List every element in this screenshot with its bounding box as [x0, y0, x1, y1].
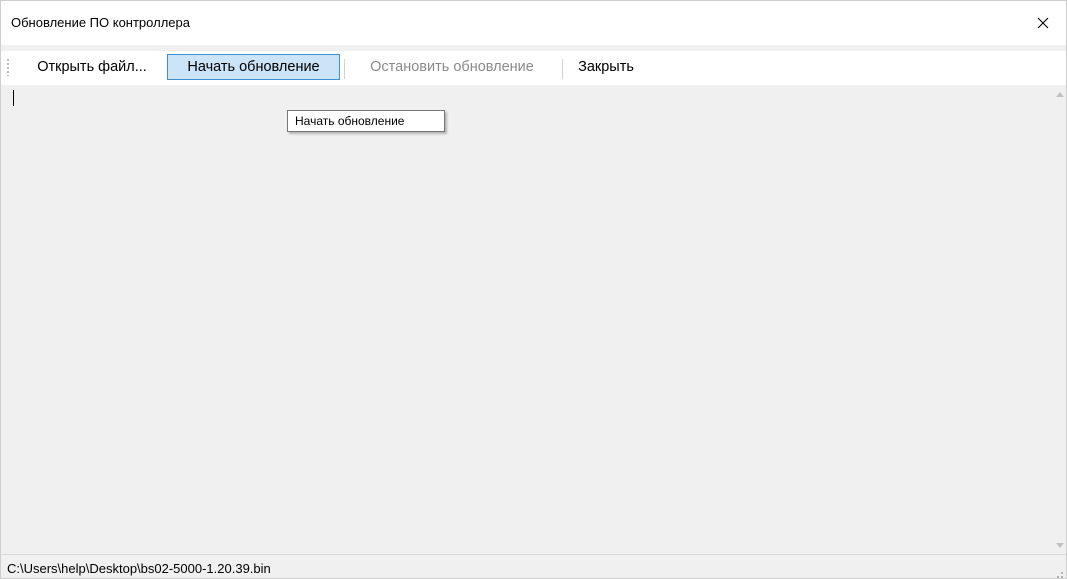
stop-update-button[interactable]: Остановить обновление [348, 54, 556, 80]
scroll-up-button[interactable] [1052, 85, 1066, 102]
close-button[interactable]: Закрыть [566, 54, 646, 80]
firmware-update-window: Обновление ПО контроллера Открыть файл..… [0, 0, 1067, 579]
title-bar[interactable]: Обновление ПО контроллера [1, 1, 1066, 45]
start-update-label: Начать обновление [187, 59, 320, 75]
stop-update-label: Остановить обновление [370, 59, 534, 75]
scroll-down-arrow-icon [1056, 542, 1064, 548]
log-textarea[interactable] [9, 85, 1052, 554]
start-update-button[interactable]: Начать обновление [167, 54, 340, 80]
resize-grip-icon[interactable] [1052, 567, 1064, 579]
open-file-label: Открыть файл... [37, 59, 147, 75]
window-title: Обновление ПО контроллера [11, 15, 190, 30]
close-icon [1037, 17, 1049, 29]
close-label: Закрыть [578, 59, 634, 75]
vertical-scrollbar[interactable] [1052, 85, 1066, 554]
close-window-button[interactable] [1020, 1, 1066, 45]
toolbar-separator [344, 59, 345, 79]
text-caret [13, 90, 14, 106]
status-bar: C:\Users\help\Desktop\bs02-5000-1.20.39.… [1, 554, 1066, 579]
toolbar-separator [562, 59, 563, 79]
scroll-up-arrow-icon [1056, 91, 1064, 97]
start-update-tooltip: Начать обновление [287, 110, 445, 132]
toolbar: Открыть файл... Начать обновление Остано… [1, 51, 1066, 85]
open-file-button[interactable]: Открыть файл... [19, 54, 165, 80]
scroll-down-button[interactable] [1052, 537, 1066, 554]
file-path-label: C:\Users\help\Desktop\bs02-5000-1.20.39.… [7, 561, 271, 576]
tooltip-text: Начать обновление [295, 114, 405, 128]
toolbar-grip[interactable] [7, 58, 9, 76]
